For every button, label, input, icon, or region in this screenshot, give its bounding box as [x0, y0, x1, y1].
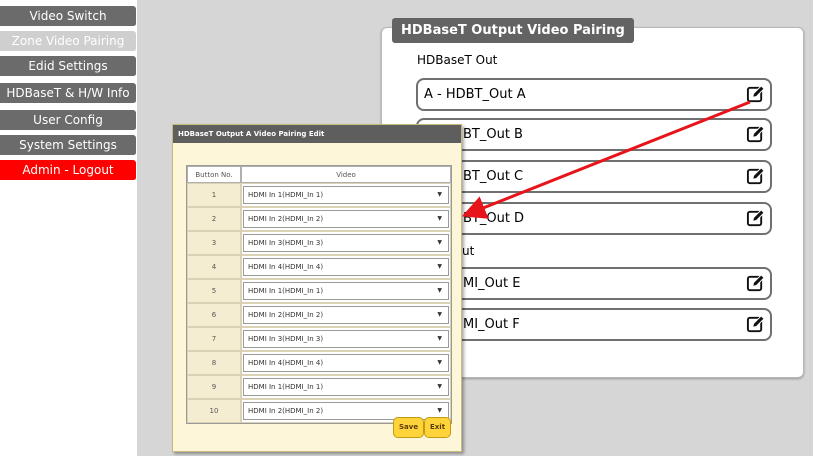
button-number: 6 [187, 303, 241, 327]
dropdown-arrow-icon: ▼ [437, 263, 442, 270]
video-pairing-table: Button No. Video 1 HDMI In 1(HDMI_In 1) ▼ 2… [186, 165, 452, 424]
hdbaset-out-label: HDBaseT Out [417, 53, 498, 67]
output-row-b[interactable]: BT_Out B [416, 118, 772, 151]
table-row: 9 HDMI In 1(HDMI_In 1) ▼ [187, 375, 451, 399]
button-number: 10 [187, 399, 241, 423]
output-label: BT_Out B [463, 127, 523, 142]
edit-pencil-icon[interactable] [746, 274, 765, 293]
video-select-value: HDMI In 1(HDMI_In 1) [248, 191, 324, 199]
output-row-a[interactable]: A - HDBT_Out A [416, 78, 772, 111]
table-row: 5 HDMI In 1(HDMI_In 1) ▼ [187, 279, 451, 303]
save-button[interactable]: Save [393, 417, 425, 438]
output-label: BT_Out D [463, 211, 525, 226]
button-number: 3 [187, 231, 241, 255]
video-select[interactable]: HDMI In 4(HDMI_In 4) ▼ [243, 258, 449, 276]
video-select[interactable]: HDMI In 2(HDMI_In 2) ▼ [243, 306, 449, 324]
nav-admin-logout[interactable]: Admin - Logout [0, 160, 136, 181]
button-number: 7 [187, 327, 241, 351]
video-select-value: HDMI In 3(HDMI_In 3) [248, 239, 324, 247]
hdmi-out-label: ut [462, 244, 475, 258]
video-cell: HDMI In 2(HDMI_In 2) ▼ [241, 207, 451, 231]
dropdown-arrow-icon: ▼ [437, 383, 442, 390]
video-cell: HDMI In 4(HDMI_In 4) ▼ [241, 255, 451, 279]
dropdown-arrow-icon: ▼ [437, 239, 442, 246]
exit-button[interactable]: Exit [424, 417, 452, 438]
table-row: 8 HDMI In 4(HDMI_In 4) ▼ [187, 351, 451, 375]
table-row: 1 HDMI In 1(HDMI_In 1) ▼ [187, 183, 451, 207]
edit-pencil-icon[interactable] [746, 209, 765, 228]
dropdown-arrow-icon: ▼ [437, 287, 442, 294]
video-cell: HDMI In 1(HDMI_In 1) ▼ [241, 279, 451, 303]
video-select[interactable]: HDMI In 2(HDMI_In 2) ▼ [243, 210, 449, 228]
nav-video-switch[interactable]: Video Switch [0, 6, 136, 27]
edit-pencil-icon[interactable] [746, 315, 765, 334]
dropdown-arrow-icon: ▼ [437, 335, 442, 342]
panel-title: HDBaseT Output Video Pairing [392, 18, 634, 43]
edit-pencil-icon[interactable] [746, 167, 765, 186]
output-row-c[interactable]: BT_Out C [416, 160, 772, 193]
nav-system-settings[interactable]: System Settings [0, 135, 136, 156]
button-number: 1 [187, 183, 241, 207]
button-number: 2 [187, 207, 241, 231]
button-number: 4 [187, 255, 241, 279]
video-select[interactable]: HDMI In 3(HDMI_In 3) ▼ [243, 234, 449, 252]
video-select-value: HDMI In 2(HDMI_In 2) [248, 311, 324, 319]
video-select[interactable]: HDMI In 4(HDMI_In 4) ▼ [243, 354, 449, 372]
video-select[interactable]: HDMI In 3(HDMI_In 3) ▼ [243, 330, 449, 348]
video-select-value: HDMI In 4(HDMI_In 4) [248, 263, 324, 271]
video-select-value: HDMI In 3(HDMI_In 3) [248, 335, 324, 343]
video-select[interactable]: HDMI In 1(HDMI_In 1) ▼ [243, 282, 449, 300]
output-row-d[interactable]: BT_Out D [416, 202, 772, 235]
output-label: A - HDBT_Out A [424, 87, 526, 102]
video-select-value: HDMI In 4(HDMI_In 4) [248, 359, 324, 367]
dropdown-arrow-icon: ▼ [437, 215, 442, 222]
dropdown-arrow-icon: ▼ [437, 311, 442, 318]
video-cell: HDMI In 2(HDMI_In 2) ▼ [241, 303, 451, 327]
video-cell: HDMI In 3(HDMI_In 3) ▼ [241, 231, 451, 255]
dropdown-arrow-icon: ▼ [437, 191, 442, 198]
video-select-value: HDMI In 1(HDMI_In 1) [248, 287, 324, 295]
edit-pencil-icon[interactable] [746, 85, 765, 104]
sidebar: Video Switch Zone Video Pairing Edid Set… [0, 0, 137, 456]
video-pairing-edit-dialog: HDBaseT Output A Video Pairing Edit Butt… [172, 124, 462, 452]
table-row: 6 HDMI In 2(HDMI_In 2) ▼ [187, 303, 451, 327]
column-header-button-no: Button No. [187, 166, 241, 183]
video-select-value: HDMI In 2(HDMI_In 2) [248, 407, 324, 415]
button-number: 9 [187, 375, 241, 399]
video-select-value: HDMI In 2(HDMI_In 2) [248, 215, 324, 223]
table-row: 7 HDMI In 3(HDMI_In 3) ▼ [187, 327, 451, 351]
dropdown-arrow-icon: ▼ [437, 359, 442, 366]
nav-hdbaset-hw-info[interactable]: HDBaseT & H/W Info [0, 83, 136, 104]
output-label: BT_Out C [463, 169, 524, 184]
video-cell: HDMI In 1(HDMI_In 1) ▼ [241, 183, 451, 207]
table-row: 2 HDMI In 2(HDMI_In 2) ▼ [187, 207, 451, 231]
table-row: 4 HDMI In 4(HDMI_In 4) ▼ [187, 255, 451, 279]
button-number: 8 [187, 351, 241, 375]
output-label: MI_Out F [463, 317, 520, 332]
output-row-e[interactable]: MI_Out E [416, 267, 772, 300]
table-row: 3 HDMI In 3(HDMI_In 3) ▼ [187, 231, 451, 255]
nav-user-config[interactable]: User Config [0, 110, 136, 131]
video-select[interactable]: HDMI In 1(HDMI_In 1) ▼ [243, 186, 449, 204]
video-select[interactable]: HDMI In 1(HDMI_In 1) ▼ [243, 378, 449, 396]
output-row-f[interactable]: MI_Out F [416, 308, 772, 341]
video-cell: HDMI In 3(HDMI_In 3) ▼ [241, 327, 451, 351]
dialog-title: HDBaseT Output A Video Pairing Edit [173, 125, 461, 143]
column-header-video: Video [241, 166, 451, 183]
video-cell: HDMI In 1(HDMI_In 1) ▼ [241, 375, 451, 399]
edit-pencil-icon[interactable] [746, 125, 765, 144]
nav-edid-settings[interactable]: Edid Settings [0, 56, 136, 77]
button-number: 5 [187, 279, 241, 303]
nav-zone-video-pairing[interactable]: Zone Video Pairing [0, 31, 136, 52]
video-cell: HDMI In 4(HDMI_In 4) ▼ [241, 351, 451, 375]
output-label: MI_Out E [463, 276, 521, 291]
video-select-value: HDMI In 1(HDMI_In 1) [248, 383, 324, 391]
